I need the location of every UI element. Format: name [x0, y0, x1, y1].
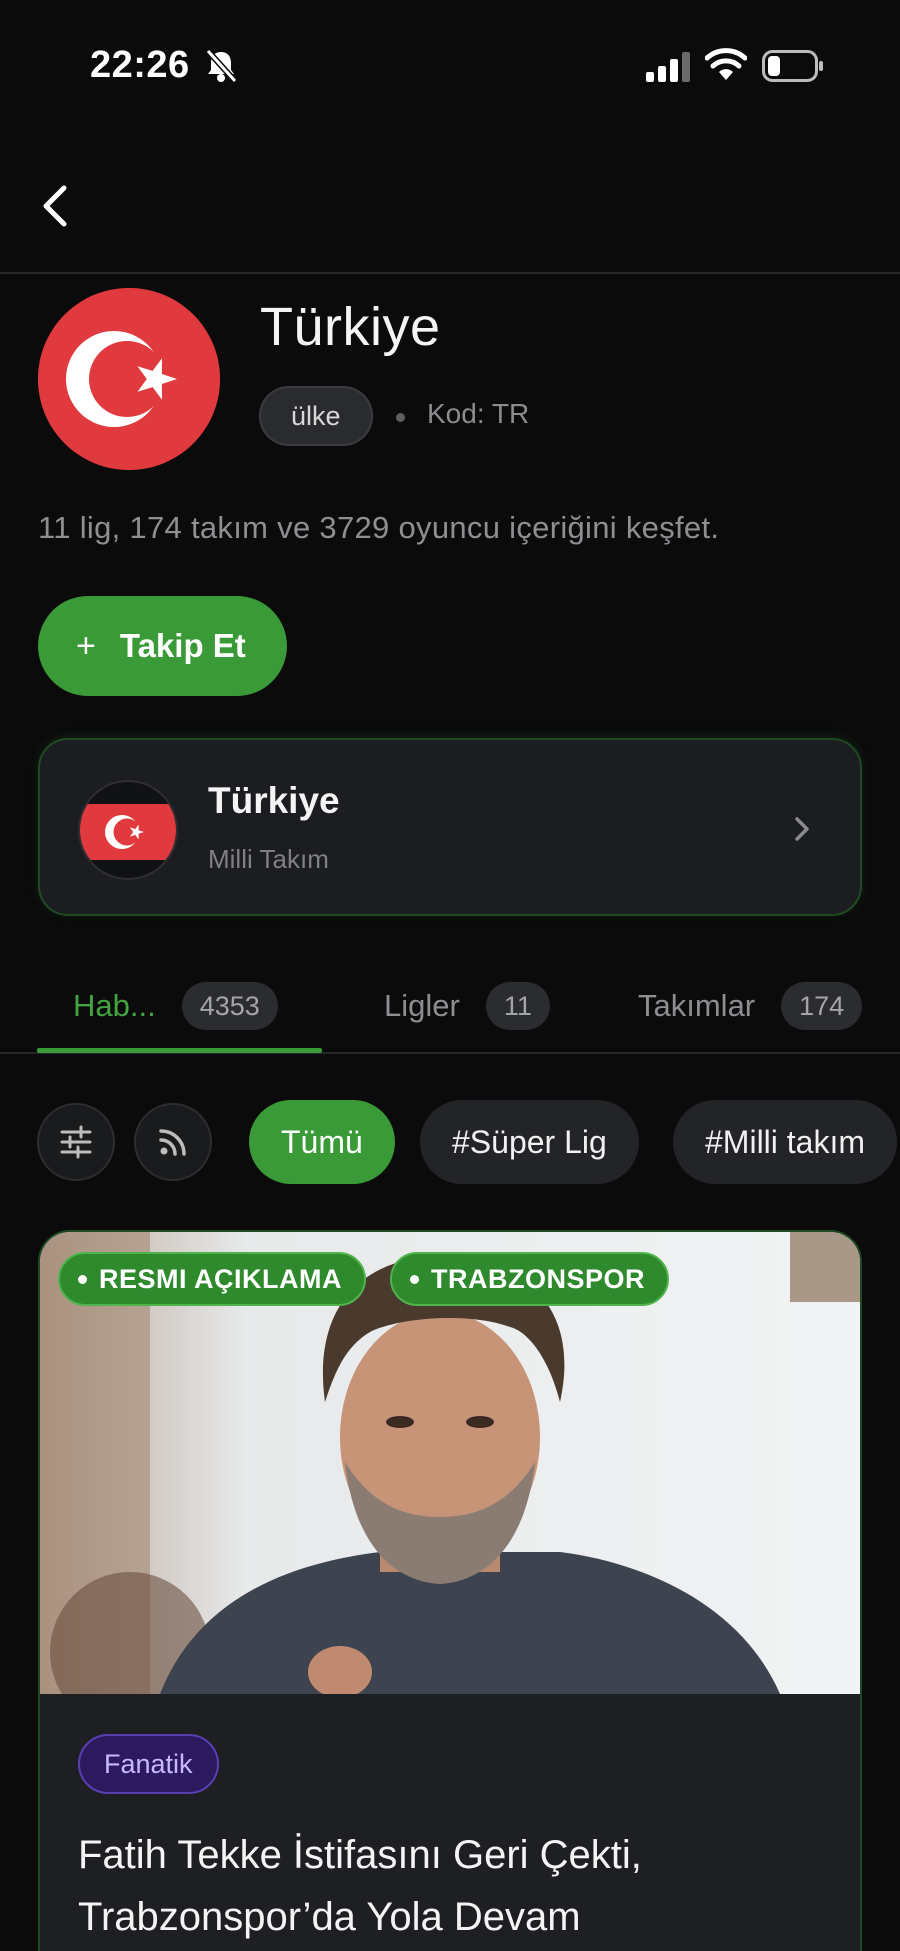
news-tag: TRABZONSPOR [390, 1252, 669, 1306]
page-title: Türkiye [260, 297, 441, 357]
team-flag-avatar [78, 780, 178, 880]
headline-line: Trabzonspor’da Yola Devam [78, 1895, 581, 1939]
tab-bar: Hab... 4353 Ligler 11 Takımlar 174 [0, 960, 900, 1054]
rss-icon [159, 1129, 186, 1156]
filter-row: Tümü #Süper Lig #Milli takım [0, 1100, 900, 1184]
tab-label: Hab... [73, 988, 156, 1023]
battery-icon [762, 50, 823, 82]
tag-bullet-icon [410, 1274, 419, 1284]
follow-button-label: Takip Et [119, 627, 246, 664]
news-card[interactable]: RESMI AÇIKLAMA TRABZONSPOR Fanatik Fatih… [38, 1230, 862, 1951]
active-tab-indicator [37, 1048, 322, 1053]
status-bar: 22:26 [0, 0, 900, 130]
bell-muted-icon [205, 48, 238, 84]
back-chevron-icon[interactable] [36, 180, 76, 232]
filter-settings-button[interactable] [37, 1103, 115, 1181]
tag-bullet-icon [78, 1274, 87, 1284]
turkey-flag-icon [38, 288, 220, 470]
tab-count: 4353 [181, 982, 278, 1030]
news-tag-label: RESMI AÇIKLAMA [99, 1264, 342, 1294]
nav-bar [0, 150, 900, 274]
news-source-badge: Fanatik [78, 1734, 219, 1794]
chevron-right-icon [795, 817, 809, 841]
plus-icon: + [76, 626, 96, 665]
chip-milli-takim[interactable]: #Milli takım [673, 1100, 898, 1184]
separator-dot [396, 413, 405, 422]
tab-teams[interactable]: Takımlar 174 [638, 982, 863, 1030]
rss-feed-button[interactable] [134, 1103, 212, 1181]
tab-count: 11 [485, 982, 550, 1030]
cellular-signal-icon [646, 52, 690, 82]
wifi-icon [705, 48, 747, 80]
team-name: Türkiye [208, 780, 340, 821]
headline-line: Fatih Tekke İstifasını Geri Çekti, [78, 1833, 642, 1877]
country-flag-avatar [38, 288, 220, 470]
entity-type-badge: ülke [259, 386, 373, 446]
team-subtitle: Milli Takım [208, 844, 329, 874]
summary-text: 11 lig, 174 takım ve 3729 oyuncu içeriği… [38, 510, 720, 545]
news-headline: Fatih Tekke İstifasını Geri Çekti, Trabz… [78, 1824, 838, 1948]
country-code: Kod: TR [427, 398, 530, 429]
follow-button[interactable]: + Takip Et [38, 596, 287, 696]
sliders-icon [60, 1125, 92, 1159]
tab-leagues[interactable]: Ligler 11 [384, 982, 550, 1030]
news-tag: RESMI AÇIKLAMA [58, 1252, 366, 1306]
chip-super-lig[interactable]: #Süper Lig [420, 1100, 639, 1184]
tab-label: Ligler [384, 988, 460, 1023]
status-time: 22:26 [90, 44, 190, 86]
tab-count: 174 [781, 982, 863, 1030]
tab-news[interactable]: Hab... 4353 [73, 982, 278, 1030]
tab-label: Takımlar [638, 988, 756, 1023]
national-team-card[interactable]: Türkiye Milli Takım [38, 738, 862, 916]
turkey-flag-icon [80, 804, 176, 860]
chip-all[interactable]: Tümü [249, 1100, 395, 1184]
news-tag-label: TRABZONSPOR [431, 1264, 645, 1294]
